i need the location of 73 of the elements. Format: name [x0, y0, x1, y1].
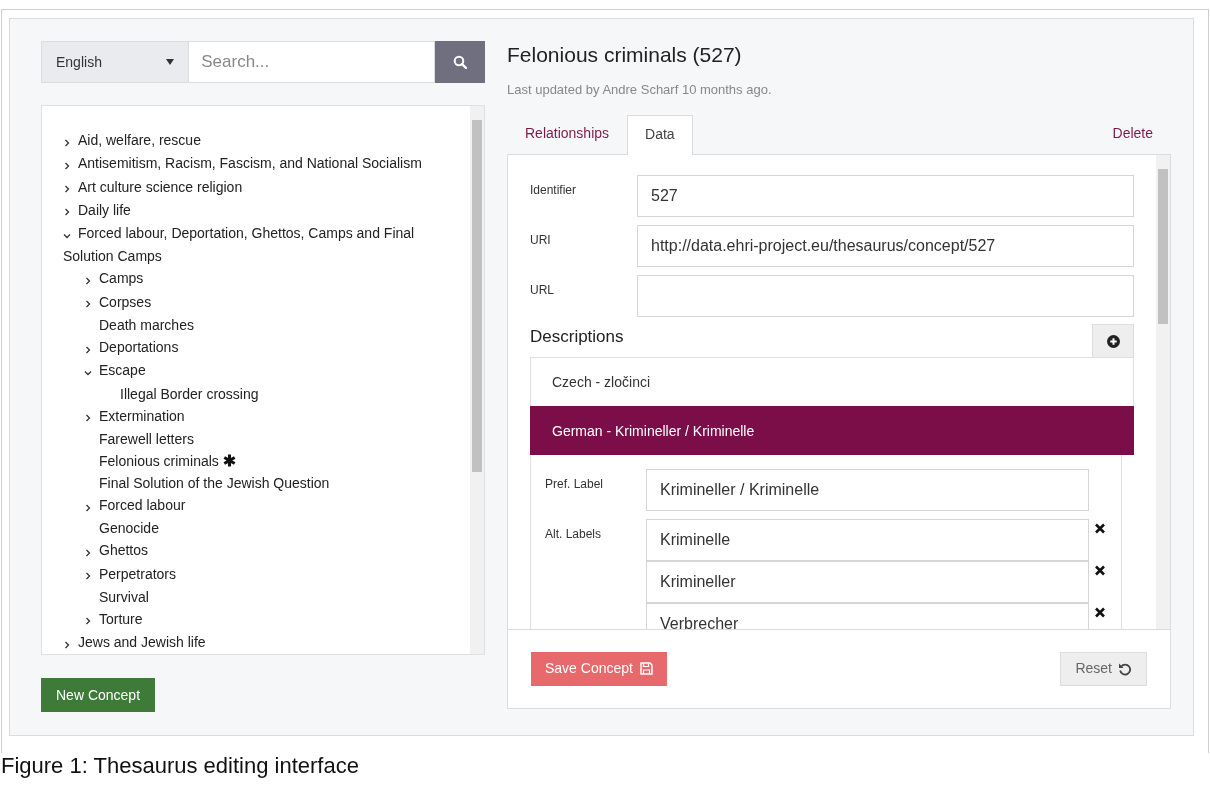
- new-concept-button[interactable]: New Concept: [41, 678, 156, 712]
- chevron-right-icon[interactable]: [63, 185, 71, 194]
- tree-item[interactable]: Daily life: [63, 198, 440, 223]
- tree-item[interactable]: Genocide: [84, 517, 440, 540]
- tree-item[interactable]: Illegal Border crossing: [105, 382, 440, 405]
- tree-item[interactable]: Antisemitism, Racism, Fascism, and National Socialism: [63, 152, 440, 176]
- tree-item[interactable]: Art culture science religion: [63, 175, 440, 199]
- remove-icon[interactable]: [1093, 565, 1107, 577]
- tree-item[interactable]: Ghettos: [84, 539, 440, 563]
- concept-title: Felonious criminals (527): [507, 42, 743, 68]
- tree-item[interactable]: Forced labour: [84, 493, 440, 518]
- language-select[interactable]: English: [41, 41, 190, 83]
- delete-link[interactable]: Delete: [1112, 123, 1153, 145]
- chevron-right-icon[interactable]: [63, 640, 71, 649]
- chevron-right-icon[interactable]: [84, 414, 92, 423]
- tab[interactable]: Relationships: [507, 113, 628, 154]
- input-field[interactable]: http://data.ehri-project.eu/thesaurus/concept/527: [637, 224, 1134, 267]
- chevron-right-icon[interactable]: [84, 345, 92, 354]
- tree-item[interactable]: Jews and Jewish life: [63, 631, 440, 654]
- tree-item[interactable]: Aid, welfare, rescue: [63, 129, 440, 153]
- chevron-right-icon[interactable]: [63, 161, 71, 170]
- tree-item[interactable]: Final Solution of the Jewish Question: [84, 471, 440, 494]
- figure-caption: Figure 1: Thesaurus editing interface: [1, 753, 360, 780]
- remove-icon[interactable]: [1093, 607, 1107, 619]
- input-field[interactable]: 527: [637, 174, 1134, 217]
- tree-item[interactable]: Torture: [84, 607, 440, 632]
- input-field[interactable]: Kriminelle: [646, 519, 1089, 562]
- search-field[interactable]: Search...: [189, 41, 436, 83]
- tree-item[interactable]: Farewell letters: [84, 427, 440, 450]
- tree-item[interactable]: Survival: [84, 585, 440, 608]
- input-field[interactable]: [637, 274, 1134, 317]
- undo-icon: [1118, 661, 1132, 676]
- field-label: URI: [530, 231, 552, 249]
- tree-item[interactable]: Camps: [84, 267, 440, 291]
- tree-item[interactable]: Extermination: [84, 404, 440, 428]
- input-field[interactable]: Verbrecher: [646, 603, 1089, 629]
- descriptions-heading: Descriptions: [530, 325, 624, 348]
- chevron-right-icon[interactable]: [63, 208, 71, 217]
- chevron-right-icon[interactable]: [84, 548, 92, 557]
- field-label: Alt. Labels: [545, 526, 603, 544]
- chevron-right-icon[interactable]: [63, 138, 71, 147]
- chevron-down-icon[interactable]: [84, 368, 92, 377]
- plus-circle-icon: [1106, 334, 1120, 348]
- scrollbar[interactable]: [1156, 154, 1170, 629]
- scrollbar[interactable]: [470, 106, 484, 654]
- description-item[interactable]: German - Krimineller / Kriminelle: [530, 406, 1134, 456]
- input-field[interactable]: Krimineller: [646, 561, 1089, 604]
- remove-icon[interactable]: [1093, 523, 1107, 535]
- field-label: URL: [530, 281, 555, 299]
- tree-item[interactable]: Forced labour, Deportation, Ghettos, Camps and Final Solution Camps: [63, 222, 440, 268]
- add-description-button[interactable]: [1092, 324, 1134, 358]
- tree-item[interactable]: Deportations: [84, 336, 440, 360]
- chevron-down-icon[interactable]: [63, 231, 71, 240]
- chevron-right-icon[interactable]: [84, 617, 92, 626]
- field-label: Identifier: [530, 181, 578, 199]
- input-field[interactable]: Krimineller / Kriminelle: [646, 469, 1089, 512]
- chevron-right-icon[interactable]: [84, 300, 92, 309]
- tree-item[interactable]: Escape: [84, 359, 440, 383]
- caret-icon: [166, 59, 175, 65]
- tree-item[interactable]: Felonious criminals: [84, 449, 440, 472]
- search-icon: [453, 55, 468, 69]
- tab[interactable]: Data: [627, 114, 693, 155]
- tree-item[interactable]: Death marches: [84, 314, 440, 337]
- tree-item[interactable]: Perpetrators: [84, 562, 440, 586]
- chevron-right-icon[interactable]: [84, 503, 92, 512]
- last-updated-text: Last updated by Andre Scharf 10 months ago.: [507, 81, 773, 100]
- floppy-disk-icon: [639, 662, 653, 676]
- field-label: Pref. Label: [545, 476, 605, 494]
- chevron-right-icon[interactable]: [84, 277, 92, 286]
- tree-item[interactable]: Corpses: [84, 290, 440, 315]
- chevron-right-icon[interactable]: [84, 572, 92, 581]
- search-button[interactable]: [435, 41, 485, 83]
- reset-button[interactable]: Reset: [1060, 651, 1147, 686]
